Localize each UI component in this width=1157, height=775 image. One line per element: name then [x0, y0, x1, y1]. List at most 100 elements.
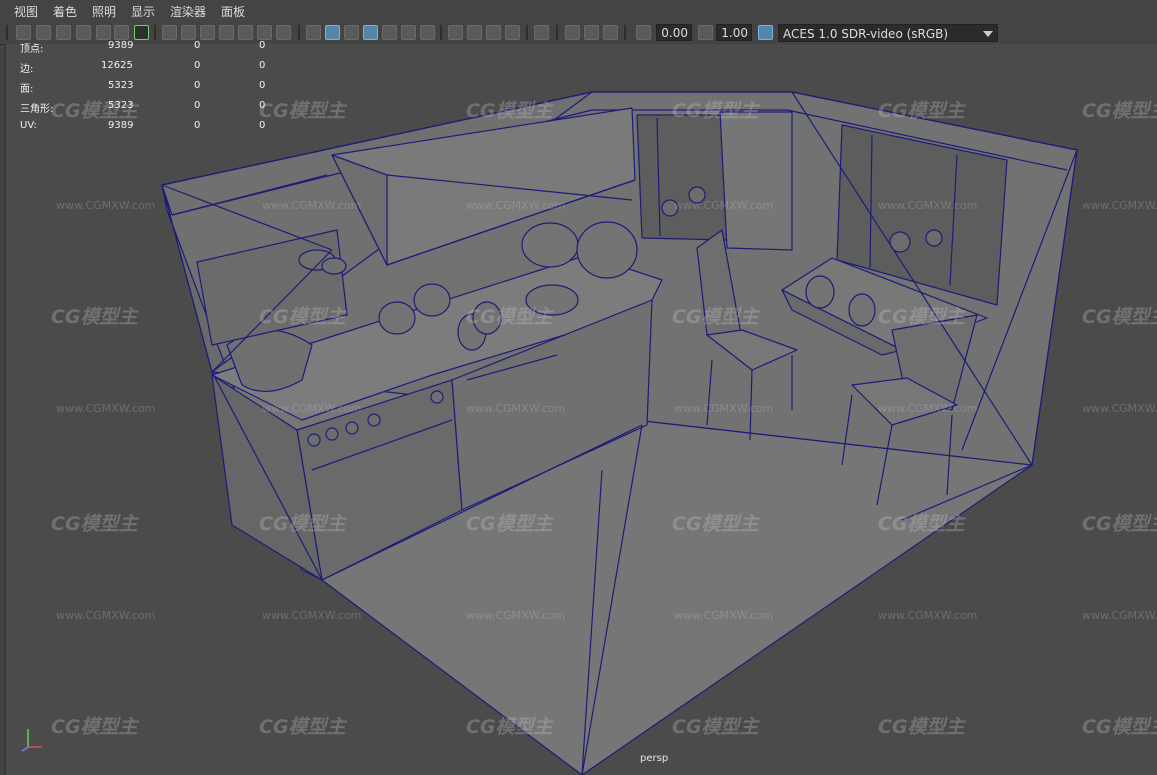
perspective-viewport[interactable]: CG模型主 CG模型主 CG模型主 CG模型主 CG模型主 CG模型主 www.…: [4, 44, 1157, 775]
watermark-logo: CG模型主: [1082, 513, 1157, 535]
menu-show[interactable]: 显示: [131, 3, 155, 20]
watermark-logo: CG模型主: [672, 513, 759, 535]
camera-name-label: persp: [640, 753, 669, 764]
chevron-down-icon[interactable]: [983, 31, 993, 37]
watermark-url: www.CGMXW.com: [1082, 199, 1157, 212]
gamma-field[interactable]: 1.00: [716, 24, 752, 41]
watermark-logo: CG模型主: [51, 716, 138, 738]
smooth-shade-icon[interactable]: [325, 25, 340, 40]
watermark-logo: CG模型主: [259, 513, 346, 535]
gamma-icon[interactable]: [698, 25, 713, 40]
watermark-url: www.CGMXW.com: [878, 402, 978, 415]
xray-icon[interactable]: [565, 25, 580, 40]
watermark-logo: CG模型主: [259, 716, 346, 738]
camera-bookmark-icon[interactable]: [56, 25, 71, 40]
backface-culling-icon[interactable]: [603, 25, 618, 40]
wireframe-icon[interactable]: [306, 25, 321, 40]
watermark-logo: CG模型主: [878, 513, 965, 535]
watermark-logo: CG模型主: [878, 100, 965, 122]
watermark-url: www.CGMXW.com: [1082, 402, 1157, 415]
watermark-url: www.CGMXW.com: [262, 609, 362, 622]
shadows-icon[interactable]: [420, 25, 435, 40]
watermark-url: www.CGMXW.com: [674, 609, 774, 622]
grease-pencil-tool-icon[interactable]: [134, 25, 149, 40]
menu-view[interactable]: 视图: [14, 3, 38, 20]
xray-joints-icon[interactable]: [584, 25, 599, 40]
screen-space-ao-icon[interactable]: [448, 25, 463, 40]
watermark-url: www.CGMXW.com: [878, 199, 978, 212]
stat-value: 5323: [108, 80, 134, 91]
stat-label: UV:: [20, 120, 37, 131]
watermark-logo: CG模型主: [878, 306, 965, 328]
textured-icon[interactable]: [382, 25, 397, 40]
watermark-url: www.CGMXW.com: [674, 199, 774, 212]
stat-value: 9389: [108, 40, 134, 51]
use-all-lights-icon[interactable]: [401, 25, 416, 40]
watermark-url: www.CGMXW.com: [674, 402, 774, 415]
stat-value: 9389: [108, 120, 134, 131]
watermark-logo: CG模型主: [51, 513, 138, 535]
grease-pencil-icon[interactable]: [96, 25, 111, 40]
stat-value: 12625: [101, 60, 133, 71]
stat-row-vertices: 顶点: 9389 0 0: [18, 40, 278, 60]
resolution-gate-icon[interactable]: [200, 25, 215, 40]
anti-aliasing-icon[interactable]: [486, 25, 501, 40]
watermark-logo: CG模型主: [672, 716, 759, 738]
safe-title-icon[interactable]: [276, 25, 291, 40]
gate-mask-icon[interactable]: [219, 25, 234, 40]
watermark-logo: CG模型主: [466, 100, 553, 122]
stat-label: 面:: [20, 84, 34, 95]
menu-shading[interactable]: 着色: [53, 3, 77, 20]
watermark-url: www.CGMXW.com: [466, 402, 566, 415]
wireframe-on-shaded-icon[interactable]: [363, 25, 378, 40]
watermark-logo: CG模型主: [878, 716, 965, 738]
stat-value: 0: [259, 60, 266, 71]
watermark-logo: CG模型主: [1082, 100, 1157, 122]
default-material-icon[interactable]: [344, 25, 359, 40]
menu-lighting[interactable]: 照明: [92, 3, 116, 20]
watermark-logo: CG模型主: [466, 513, 553, 535]
watermark-logo: CG模型主: [1082, 716, 1157, 738]
toolbar-separator: [298, 25, 300, 40]
watermark-url: www.CGMXW.com: [56, 199, 156, 212]
watermark-url: www.CGMXW.com: [56, 609, 156, 622]
camera-attributes-icon[interactable]: [36, 25, 51, 40]
depth-of-field-icon[interactable]: [505, 25, 520, 40]
menu-renderer[interactable]: 渲染器: [170, 3, 206, 20]
exposure-field[interactable]: 0.00: [656, 24, 692, 41]
view-transform-select[interactable]: ACES 1.0 SDR-video (sRGB): [778, 24, 998, 42]
safe-action-icon[interactable]: [257, 25, 272, 40]
watermark-url: www.CGMXW.com: [466, 609, 566, 622]
window-left: [636, 114, 728, 241]
toolbar-separator: [6, 25, 8, 40]
menu-panels[interactable]: 面板: [221, 3, 245, 20]
watermark-logo: CG模型主: [1082, 306, 1157, 328]
stat-value: 0: [194, 40, 201, 51]
stat-row-edges: 边: 12625 0 0: [18, 60, 278, 80]
watermark-logo: CG模型主: [466, 716, 553, 738]
view-transform-value: ACES 1.0 SDR-video (sRGB): [783, 27, 949, 41]
scene-wireframe: [161, 91, 1078, 775]
watermark-logo: CG模型主: [259, 306, 346, 328]
stat-value: 0: [259, 120, 266, 131]
film-gate-icon[interactable]: [181, 25, 196, 40]
isolate-select-icon[interactable]: [534, 25, 549, 40]
camera-select-icon[interactable]: [16, 25, 31, 40]
stat-label: 边:: [20, 64, 34, 75]
stat-value: 0: [259, 100, 266, 111]
stat-value: 0: [194, 100, 201, 111]
stat-row-uvs: UV: 9389 0 0: [18, 120, 278, 140]
stat-value: 5323: [108, 100, 134, 111]
menu-bar: 视图 着色 照明 显示 渲染器 面板: [0, 0, 1157, 22]
field-chart-icon[interactable]: [238, 25, 253, 40]
watermark-logo: CG模型主: [51, 306, 138, 328]
grid-icon[interactable]: [162, 25, 177, 40]
exposure-icon[interactable]: [636, 25, 651, 40]
color-management-icon[interactable]: [758, 25, 773, 40]
2d-pan-zoom-icon[interactable]: [114, 25, 129, 40]
image-plane-icon[interactable]: [76, 25, 91, 40]
stat-value: 0: [194, 60, 201, 71]
watermark-logo: CG模型主: [672, 100, 759, 122]
motion-blur-icon[interactable]: [467, 25, 482, 40]
watermark-logo: CG模型主: [466, 306, 553, 328]
